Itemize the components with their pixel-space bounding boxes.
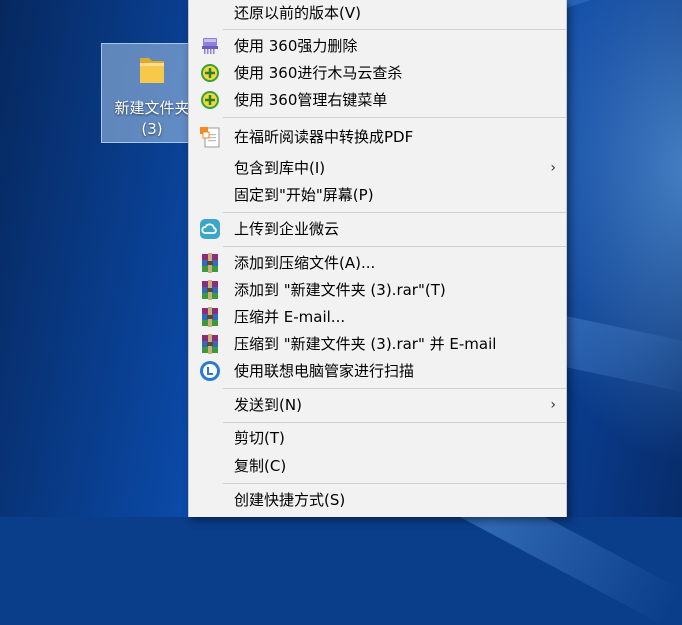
- menu-item-label: 上传到企业微云: [234, 220, 340, 238]
- menu-item-label: 复制(C): [234, 457, 287, 475]
- menu-item-360-trojan-scan[interactable]: 使用 360进行木马云查杀: [189, 60, 566, 86]
- context-menu: 还原以前的版本(V) 使用 360强力删除 使用 360进行木马云查杀 使用 3…: [188, 0, 567, 517]
- menu-item-label: 压缩并 E-mail...: [234, 308, 346, 326]
- menu-item-label: 使用联想电脑管家进行扫描: [234, 362, 415, 380]
- menu-separator: [223, 388, 566, 389]
- 360-scan-icon: [199, 62, 221, 84]
- menu-separator: [223, 422, 566, 423]
- menu-item-360-manage-menu[interactable]: 使用 360管理右键菜单: [189, 87, 566, 113]
- menu-item-label: 添加到压缩文件(A)...: [234, 254, 376, 272]
- menu-item-restore-previous-versions[interactable]: 还原以前的版本(V): [189, 0, 566, 26]
- submenu-arrow-icon: ›: [550, 397, 556, 413]
- menu-item-cut[interactable]: 剪切(T): [189, 425, 566, 451]
- menu-item-pin-to-start[interactable]: 固定到"开始"屏幕(P): [189, 182, 566, 208]
- menu-item-label: 剪切(T): [234, 429, 285, 447]
- winrar-icon: [199, 279, 221, 301]
- menu-item-label: 使用 360强力删除: [234, 37, 358, 55]
- menu-separator: [223, 117, 566, 118]
- menu-item-label: 创建快捷方式(S): [234, 491, 346, 509]
- menu-item-label: 添加到 "新建文件夹 (3).rar"(T): [234, 281, 446, 299]
- folder-name-suffix: (3): [141, 120, 163, 138]
- winrar-icon: [199, 306, 221, 328]
- menu-item-label: 压缩到 "新建文件夹 (3).rar" 并 E-mail: [234, 335, 497, 353]
- folder-icon: [140, 58, 164, 83]
- folder-name: 新建文件夹: [114, 99, 190, 117]
- menu-item-send-to[interactable]: 发送到(N) ›: [189, 392, 566, 418]
- desktop-folder-icon-selected[interactable]: 新建文件夹 (3): [101, 43, 190, 143]
- menu-item-label: 使用 360进行木马云查杀: [234, 64, 403, 82]
- menu-item-compress-and-email[interactable]: 压缩并 E-mail...: [189, 304, 566, 330]
- menu-item-compress-to-rar-and-email[interactable]: 压缩到 "新建文件夹 (3).rar" 并 E-mail: [189, 331, 566, 357]
- menu-item-label: 在福昕阅读器中转换成PDF: [234, 128, 414, 146]
- weiyun-cloud-icon: [199, 218, 221, 240]
- menu-separator: [223, 29, 566, 30]
- winrar-icon: [199, 252, 221, 274]
- menu-item-label: 固定到"开始"屏幕(P): [234, 186, 374, 204]
- menu-item-label: 发送到(N): [234, 396, 302, 414]
- menu-item-360-shred[interactable]: 使用 360强力删除: [189, 33, 566, 59]
- menu-item-label: 还原以前的版本(V): [234, 4, 361, 22]
- menu-item-create-shortcut[interactable]: 创建快捷方式(S): [189, 487, 566, 513]
- 360-shred-icon: [199, 35, 221, 57]
- menu-item-label: 包含到库中(I): [234, 159, 326, 177]
- menu-item-lenovo-scan[interactable]: 使用联想电脑管家进行扫描: [189, 358, 566, 384]
- foxit-pdf-icon: [199, 126, 221, 148]
- 360-menu-icon: [199, 89, 221, 111]
- menu-separator: [223, 246, 566, 247]
- desktop-folder-label: 新建文件夹 (3): [102, 98, 202, 140]
- submenu-arrow-icon: ›: [550, 160, 556, 176]
- menu-item-upload-weiyun[interactable]: 上传到企业微云: [189, 216, 566, 242]
- winrar-icon: [199, 333, 221, 355]
- menu-item-foxit-convert-pdf[interactable]: 在福昕阅读器中转换成PDF: [189, 124, 566, 150]
- lenovo-manager-icon: [199, 360, 221, 382]
- menu-separator: [223, 483, 566, 484]
- menu-item-include-in-library[interactable]: 包含到库中(I) ›: [189, 155, 566, 181]
- menu-separator: [223, 212, 566, 213]
- menu-item-add-to-rar[interactable]: 添加到 "新建文件夹 (3).rar"(T): [189, 277, 566, 303]
- menu-item-add-to-archive[interactable]: 添加到压缩文件(A)...: [189, 250, 566, 276]
- menu-item-copy[interactable]: 复制(C): [189, 453, 566, 479]
- menu-item-label: 使用 360管理右键菜单: [234, 91, 388, 109]
